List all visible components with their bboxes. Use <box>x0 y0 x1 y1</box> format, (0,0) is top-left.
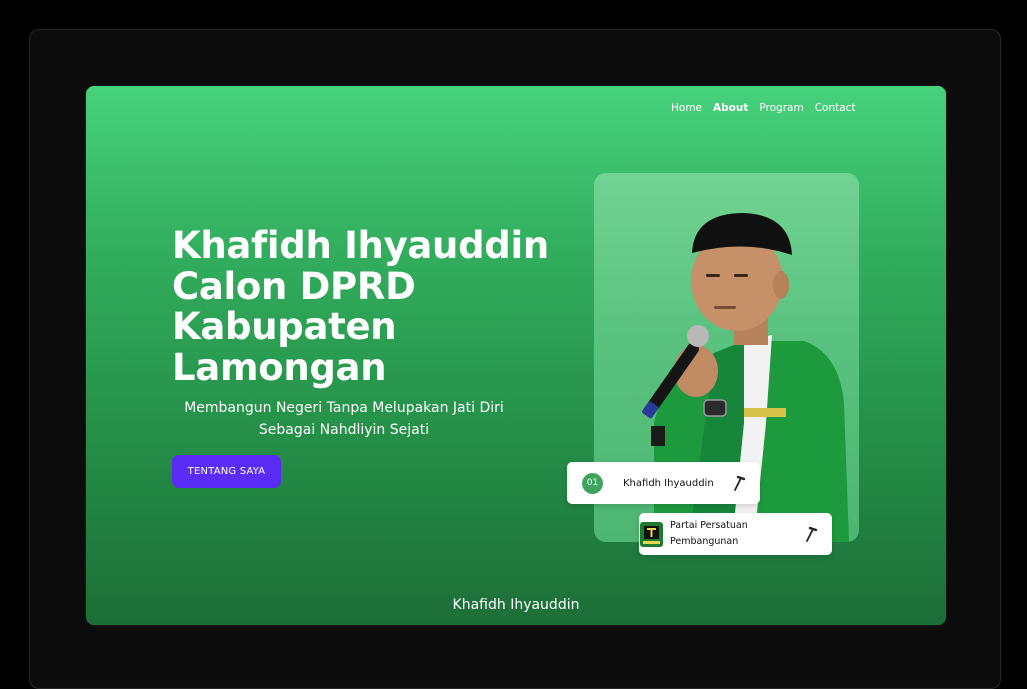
candidate-name-label: Khafidh Ihyauddin <box>623 477 714 489</box>
hero-subtitle: Membangun Negeri Tanpa Melupakan Jati Di… <box>172 397 516 441</box>
hero-title-line: Khafidh Ihyauddin <box>172 224 549 267</box>
hero-title-line: Calon DPRD <box>172 264 416 308</box>
hero-subtitle-line: Sebagai Nahdliyin Sejati <box>258 422 430 438</box>
hammer-icon <box>734 475 746 491</box>
nav-contact[interactable]: Contact <box>815 102 856 114</box>
hero-title-line: Lamongan <box>172 345 387 389</box>
nav-about[interactable]: About <box>713 102 748 114</box>
hero-title-line: Kabupaten <box>172 305 397 348</box>
number-badge: 01 <box>582 472 603 494</box>
hammer-icon <box>806 526 818 542</box>
hero-section: Home About Program Contact Khafidh Ihyau… <box>86 86 946 625</box>
party-name-line: Partai Persatuan <box>670 520 748 531</box>
top-nav: Home About Program Contact <box>671 102 856 114</box>
party-name-label: Partai Persatuan Pembangunan <box>670 518 770 550</box>
nav-program[interactable]: Program <box>759 102 803 114</box>
name-card: 01 Khafidh Ihyauddin <box>567 462 760 504</box>
footer-name: Khafidh Ihyauddin <box>452 597 580 613</box>
about-me-button[interactable]: TENTANG SAYA <box>172 455 281 488</box>
party-name-line: Pembangunan <box>670 536 739 547</box>
hero-subtitle-line: Membangun Negeri Tanpa Melupakan Jati Di… <box>184 400 504 416</box>
party-card: Partai Persatuan Pembangunan <box>639 513 832 555</box>
hero-title: Khafidh Ihyauddin Calon DPRD Kabupaten L… <box>172 224 552 389</box>
ppp-logo-icon <box>640 521 663 547</box>
nav-home[interactable]: Home <box>671 102 702 114</box>
